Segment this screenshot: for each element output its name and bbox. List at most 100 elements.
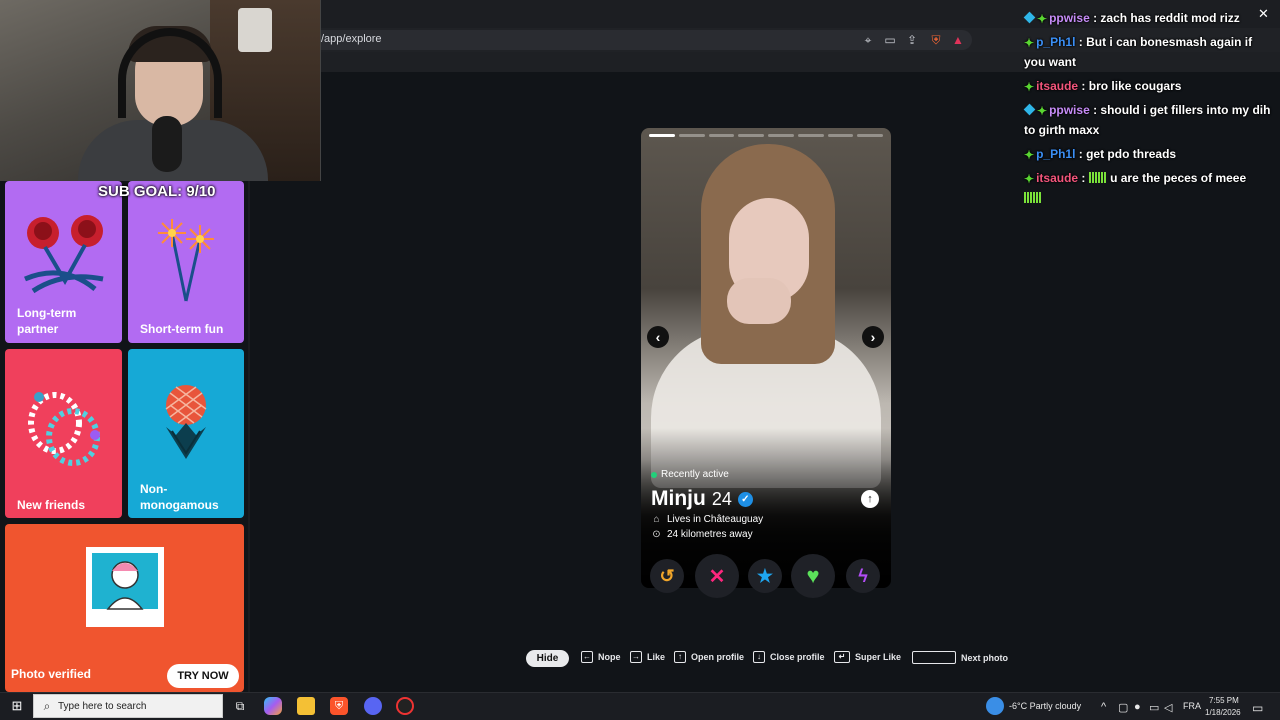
clock-time[interactable]: 7:55 PM xyxy=(1209,696,1239,705)
microphone-icon[interactable]: ● xyxy=(1134,701,1141,713)
tile-short-term-fun[interactable]: Short-term fun xyxy=(128,181,244,343)
clock-date[interactable]: 1/18/2026 xyxy=(1205,708,1241,717)
discord-icon[interactable] xyxy=(364,697,382,715)
close-icon[interactable]: ✕ xyxy=(1258,6,1269,22)
chat-message: ✦ ppwise : zach has reddit mod rizz xyxy=(1023,8,1272,28)
network-icon[interactable]: ▭ xyxy=(1149,701,1159,714)
sparkle-badge-icon: ✦ xyxy=(1037,104,1048,118)
weather-icon[interactable] xyxy=(986,697,1004,715)
obs-icon[interactable] xyxy=(396,697,414,715)
volume-icon[interactable]: ◁ xyxy=(1164,701,1172,714)
shortcut-next-photo: Next photo xyxy=(912,651,1008,664)
photo-progress-segment xyxy=(649,134,675,137)
equalizer-emote-icon xyxy=(1088,172,1107,183)
webcam-background-bottle xyxy=(238,8,272,52)
shortcut-nope: ← Nope xyxy=(581,651,621,663)
meet-now-icon[interactable]: ▢ xyxy=(1118,701,1128,714)
input-language[interactable]: FRA xyxy=(1183,701,1201,711)
location-icon[interactable]: ⌖ xyxy=(860,32,876,48)
open-profile-button[interactable]: ↑ xyxy=(861,490,879,508)
profile-lives-in: Lives in Châteauguay xyxy=(667,514,764,525)
arrow-down-key-icon: ↓ xyxy=(753,651,765,663)
close-icon: ✕ xyxy=(708,565,726,588)
sparklers-icon xyxy=(158,219,214,302)
next-photo-button[interactable]: › xyxy=(862,326,884,348)
chat-message: ✦ ppwise : should i get fillers into my d… xyxy=(1023,103,1271,137)
address-bar-url[interactable]: /app/explore xyxy=(321,33,382,45)
chat-username[interactable]: itsaude xyxy=(1036,79,1078,93)
arrow-left-key-icon: ← xyxy=(581,651,593,663)
photo-progress-segment xyxy=(797,134,824,137)
chat-message: ✦ itsaude : u are the peces of meee xyxy=(1024,168,1272,208)
sub-goal-overlay: SUB GOAL: 9/10 xyxy=(98,183,216,200)
notifications-icon[interactable]: ▭ xyxy=(1252,701,1263,715)
chat-username[interactable]: ppwise xyxy=(1049,11,1090,25)
online-dot-icon xyxy=(651,471,657,478)
sparkle-badge-icon: ✦ xyxy=(1037,12,1048,26)
nope-button[interactable]: ✕ xyxy=(695,554,739,598)
activity-status-text: Recently active xyxy=(661,469,729,480)
brave-browser-icon[interactable]: ⛨ xyxy=(330,697,348,715)
shortcut-super-like: ↵ Super Like xyxy=(834,651,901,663)
verified-selfie-icon xyxy=(86,547,164,627)
profile-name-row: Minju 24 ✓ xyxy=(651,487,753,511)
arrow-up-key-icon: ↑ xyxy=(674,651,686,663)
chat-message: ✦ p_Ph1l : get pdo threads xyxy=(1024,147,1177,162)
verified-badge-icon: ✓ xyxy=(737,491,753,507)
tile-label: New friends xyxy=(17,498,86,512)
friendship-bracelets-icon xyxy=(28,392,100,466)
equalizer-emote-icon xyxy=(1024,192,1042,203)
taskbar-search-placeholder[interactable]: Type here to search xyxy=(58,701,146,712)
chat-username[interactable]: p_Ph1l xyxy=(1036,35,1075,49)
super-like-button[interactable]: ★ xyxy=(748,559,782,593)
tile-label: Non-monogamous xyxy=(140,482,219,512)
search-icon: ⌕ xyxy=(43,699,51,713)
cast-icon[interactable]: ▭ xyxy=(882,32,898,48)
photo-progress-segment xyxy=(827,134,854,137)
brave-rewards-icon[interactable]: ▲ xyxy=(950,32,966,48)
home-icon: ⌂ xyxy=(653,514,660,525)
hide-shortcuts-button[interactable]: Hide xyxy=(526,650,569,667)
roses-icon xyxy=(24,215,104,294)
rewind-icon: ↺ xyxy=(659,565,675,586)
profile-card[interactable]: ‹ › Recently active Minju 24 ✓ ⌂ Lives i… xyxy=(641,128,891,588)
chat-text: u are the peces of meee xyxy=(1110,171,1247,185)
sparkle-badge-icon: ✦ xyxy=(1024,148,1035,162)
copilot-icon[interactable] xyxy=(264,697,282,715)
pineapple-icon xyxy=(165,385,207,459)
chat-username[interactable]: p_Ph1l xyxy=(1036,147,1075,161)
weather-text[interactable]: -6°C Partly cloudy xyxy=(1009,701,1081,711)
tile-non-monogamous[interactable]: Non-monogamous xyxy=(128,349,244,518)
rewind-button[interactable]: ↺ xyxy=(650,559,684,593)
photo-progress-bar xyxy=(649,134,883,137)
photo-hand xyxy=(727,278,791,324)
lightning-icon: ϟ xyxy=(858,565,868,586)
profile-location: ⌂ Lives in Châteauguay xyxy=(651,514,763,525)
activity-status: Recently active xyxy=(651,469,729,480)
show-hidden-icons-chevron-icon[interactable]: ^ xyxy=(1101,701,1106,713)
chat-text: bro like cougars xyxy=(1088,79,1182,93)
webcam-overlay xyxy=(0,0,321,181)
enter-key-icon: ↵ xyxy=(834,651,850,663)
brave-shield-icon[interactable]: ⛨ xyxy=(928,32,944,48)
tile-long-term-partner[interactable]: Long-term partner xyxy=(5,181,122,343)
try-now-button[interactable]: TRY NOW xyxy=(167,664,239,688)
screen: /app/explore ⌖ ▭ ⇪ ⛨ ▲ Long-termpartner xyxy=(0,0,1280,720)
windows-start-icon[interactable]: ⊞ xyxy=(8,697,26,715)
chat-username[interactable]: ppwise xyxy=(1049,103,1090,117)
space-key-icon xyxy=(912,651,956,664)
tile-new-friends[interactable]: New friends xyxy=(5,349,122,518)
profile-name: Minju xyxy=(651,487,706,510)
file-explorer-icon[interactable] xyxy=(297,697,315,715)
star-icon: ★ xyxy=(756,565,774,586)
photo-progress-segment xyxy=(857,134,883,137)
like-button[interactable]: ♥ xyxy=(791,554,835,598)
boost-button[interactable]: ϟ xyxy=(846,559,880,593)
share-icon[interactable]: ⇪ xyxy=(904,32,920,48)
chat-username[interactable]: itsaude xyxy=(1036,171,1078,185)
stream-chat-overlay: ✦ ppwise : zach has reddit mod rizz ✦ p_Ph1… xyxy=(1023,8,1272,212)
previous-photo-button[interactable]: ‹ xyxy=(647,326,669,348)
subscriber-badge-icon xyxy=(1023,103,1036,116)
task-view-icon[interactable]: ⧉ xyxy=(231,697,249,715)
heart-icon: ♥ xyxy=(806,563,820,588)
